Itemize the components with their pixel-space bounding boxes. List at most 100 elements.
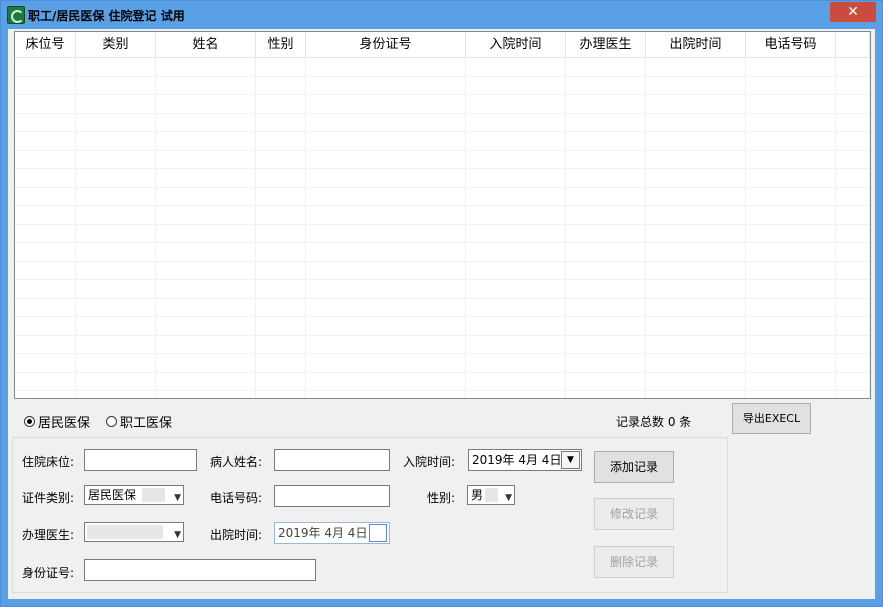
table-cell <box>646 113 746 131</box>
table-cell <box>156 76 256 94</box>
close-button[interactable]: ✕ <box>830 2 876 22</box>
chevron-down-icon[interactable]: ▼ <box>561 451 580 469</box>
bed-input[interactable] <box>84 449 197 471</box>
table-cell <box>156 317 256 335</box>
table-cell <box>256 113 306 131</box>
table-cell <box>256 169 306 187</box>
table-cell <box>466 224 566 242</box>
table-row <box>15 335 870 354</box>
table-cell <box>76 169 156 187</box>
radio-resident-insurance[interactable]: 居民医保 <box>24 412 90 431</box>
patient-name-label: 病人姓名: <box>210 455 263 469</box>
registration-form: 住院床位: 病人姓名: 入院时间: 2019年 4月 4日 ▼ 证件类别: 居民… <box>12 437 728 593</box>
table-cell <box>76 95 156 113</box>
table-cell <box>256 206 306 224</box>
table-cell <box>746 335 836 353</box>
delete-record-button[interactable]: 删除记录 <box>594 546 674 578</box>
discharge-time-label: 出院时间: <box>210 528 263 542</box>
table-cell <box>256 243 306 261</box>
chevron-down-icon[interactable]: ▼ <box>505 489 512 507</box>
table-cell <box>746 206 836 224</box>
title-bar[interactable]: 职工/居民医保 住院登记 试用 ✕ <box>1 1 882 29</box>
doctor-select[interactable]: ▼ <box>84 522 184 542</box>
discharge-time-picker[interactable]: 2019年 4月 4日 <box>274 522 390 544</box>
table-row <box>15 354 870 373</box>
table-cell <box>466 187 566 205</box>
table-cell <box>566 113 646 131</box>
table-cell <box>836 95 870 113</box>
table-cell <box>566 150 646 168</box>
table-cell <box>746 372 836 390</box>
table-cell <box>15 298 76 316</box>
table-cell <box>156 224 256 242</box>
discharge-time-checkbox[interactable] <box>369 524 387 542</box>
table-cell <box>256 95 306 113</box>
radio-employee-dot[interactable] <box>106 416 118 427</box>
column-header-admit-time[interactable]: 入院时间 <box>466 32 566 57</box>
app-logo-icon <box>7 6 25 24</box>
radio-resident-dot[interactable] <box>24 416 35 427</box>
table-cell <box>566 243 646 261</box>
table-cell <box>566 95 646 113</box>
column-header-bed[interactable]: 床位号 <box>15 32 76 57</box>
table-cell <box>746 95 836 113</box>
table-cell <box>566 58 646 76</box>
table-cell <box>646 317 746 335</box>
phone-input[interactable] <box>274 485 390 507</box>
column-header-gender[interactable]: 性别 <box>256 32 306 57</box>
phone-label: 电话号码: <box>210 491 263 505</box>
table-cell <box>566 261 646 279</box>
table-cell <box>15 169 76 187</box>
column-header-doctor[interactable]: 办理医生 <box>566 32 646 57</box>
table-cell <box>836 354 870 372</box>
chevron-down-icon[interactable]: ▼ <box>174 526 181 544</box>
table-cell <box>156 298 256 316</box>
table-cell <box>836 169 870 187</box>
id-number-input[interactable] <box>84 559 316 581</box>
records-table[interactable]: 床位号 类别 姓名 性别 身份证号 入院时间 办理医生 出院时间 电话号码 <box>14 31 871 399</box>
column-header-phone[interactable]: 电话号码 <box>746 32 836 57</box>
modify-record-button[interactable]: 修改记录 <box>594 498 674 530</box>
table-cell <box>76 132 156 150</box>
table-cell <box>566 317 646 335</box>
table-cell <box>15 95 76 113</box>
export-excel-button[interactable]: 导出EXECL <box>732 403 811 434</box>
table-cell <box>15 150 76 168</box>
id-type-select[interactable]: 居民医保 ▼ <box>84 485 184 505</box>
table-cell <box>76 113 156 131</box>
table-cell <box>156 206 256 224</box>
table-cell <box>256 298 306 316</box>
table-cell <box>156 372 256 390</box>
table-row <box>15 372 870 391</box>
table-cell <box>256 317 306 335</box>
table-cell <box>646 95 746 113</box>
table-cell <box>466 335 566 353</box>
column-header-discharge-time[interactable]: 出院时间 <box>646 32 746 57</box>
table-cell <box>646 206 746 224</box>
radio-employee-insurance[interactable]: 职工医保 <box>106 412 172 431</box>
doctor-label: 办理医生: <box>22 528 75 542</box>
column-header-category[interactable]: 类别 <box>76 32 156 57</box>
table-cell <box>646 335 746 353</box>
table-cell <box>15 206 76 224</box>
chevron-down-icon[interactable]: ▼ <box>174 489 181 507</box>
table-cell <box>646 58 746 76</box>
column-header-id-number[interactable]: 身份证号 <box>306 32 466 57</box>
admit-time-picker[interactable]: 2019年 4月 4日 ▼ <box>468 449 582 471</box>
gender-label: 性别: <box>427 491 456 505</box>
table-cell <box>156 132 256 150</box>
add-record-button[interactable]: 添加记录 <box>594 451 674 483</box>
table-cell <box>746 169 836 187</box>
table-cell <box>156 95 256 113</box>
table-cell <box>306 280 466 298</box>
table-cell <box>646 243 746 261</box>
table-cell <box>746 224 836 242</box>
column-header-name[interactable]: 姓名 <box>156 32 256 57</box>
table-row <box>15 224 870 243</box>
gender-select[interactable]: 男 ▼ <box>467 485 515 505</box>
table-row <box>15 95 870 114</box>
patient-name-input[interactable] <box>274 449 390 471</box>
table-row <box>15 206 870 225</box>
table-cell <box>15 391 76 398</box>
table-cell <box>646 280 746 298</box>
